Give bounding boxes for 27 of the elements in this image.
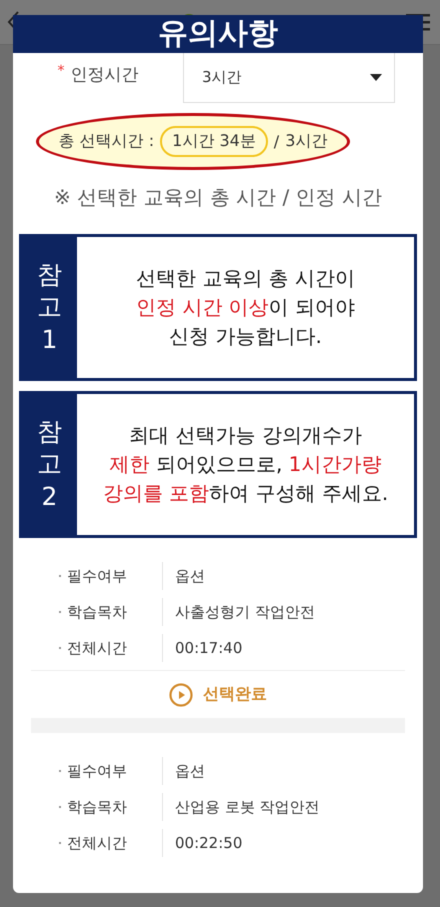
row-value: 사출성형기 작업안전 [174,602,315,622]
row-value: 00:17:40 [174,639,242,657]
play-icon [169,682,193,706]
notice-tag: 참고1 [22,237,77,378]
field-label: 인정시간 [70,64,138,86]
required-mark: * [58,63,64,81]
notice-text: 최대 선택가능 강의개수가 제한 되어있으므로, 1시간가량 강의를 포함하여 구성해 주세요. [102,422,388,507]
notice-tag: 참고2 [22,394,77,535]
separator: / [274,132,280,151]
row-value: 옵션 [174,762,205,780]
selected-time: 1시간 34분 [160,126,268,157]
note-text: ※ 선택한 교육의 총 시간 / 인정 시간 [53,184,383,211]
total-time: 3시간 [285,131,328,152]
row-label: 필수여부 [67,757,163,785]
row-label: 전체시간 [67,634,163,662]
row-label: 필수여부 [67,562,163,590]
time-select[interactable]: 3시간 [183,53,395,103]
dialog-title: 유의사항 [13,15,423,53]
dropdown-arrow-icon [370,74,382,81]
row-value: 00:22:50 [174,834,242,852]
row-label: 전체시간 [67,829,163,857]
row-label: 학습목차 [67,793,163,821]
notice-text: 선택한 교육의 총 시간이 인정 시간 이상이 되어야 신청 가능합니다. [136,265,356,350]
summary-label: 총 선택시간 : [58,131,154,152]
row-value: 산업용 로봇 작업안전 [174,798,320,816]
row-value: 옵션 [174,566,205,586]
row-label: 학습목차 [67,598,163,626]
